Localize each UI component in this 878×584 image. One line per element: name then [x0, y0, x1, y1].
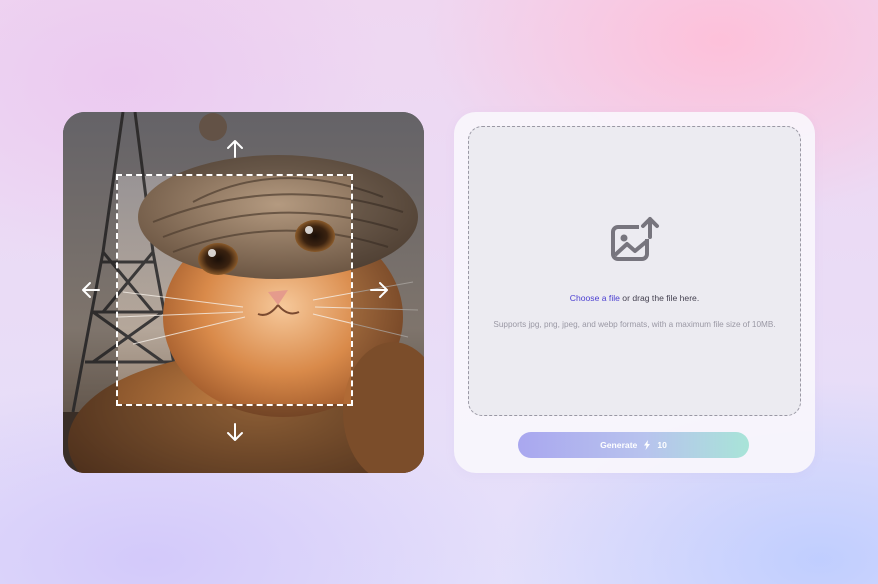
generate-button-label: Generate — [600, 440, 638, 450]
supported-formats-text: Supports jpg, png, jpeg, and webp format… — [493, 320, 776, 329]
expand-right-arrow[interactable] — [367, 278, 391, 302]
arrow-right-icon — [370, 282, 388, 298]
arrow-left-icon — [82, 282, 100, 298]
cat-photo-crop — [118, 176, 351, 404]
generate-credit-cost: 10 — [657, 440, 667, 450]
upload-panel: Choose a file or drag the file here. Sup… — [454, 112, 815, 473]
arrow-down-icon — [227, 423, 243, 441]
expand-left-arrow[interactable] — [79, 278, 103, 302]
generate-button[interactable]: Generate 10 — [518, 432, 749, 458]
crop-selection-box[interactable] — [116, 174, 353, 406]
arrow-up-icon — [227, 140, 243, 158]
image-upload-icon — [611, 217, 659, 261]
expand-down-arrow[interactable] — [223, 420, 247, 444]
choose-file-link[interactable]: Choose a file — [570, 293, 620, 303]
choose-file-line: Choose a file or drag the file here. — [469, 293, 800, 303]
file-drop-zone[interactable]: Choose a file or drag the file here. Sup… — [468, 126, 801, 416]
drag-hint-text: or drag the file here. — [619, 293, 700, 303]
source-image-preview — [63, 112, 424, 473]
expand-up-arrow[interactable] — [223, 137, 247, 161]
lightning-bolt-icon — [644, 440, 651, 450]
